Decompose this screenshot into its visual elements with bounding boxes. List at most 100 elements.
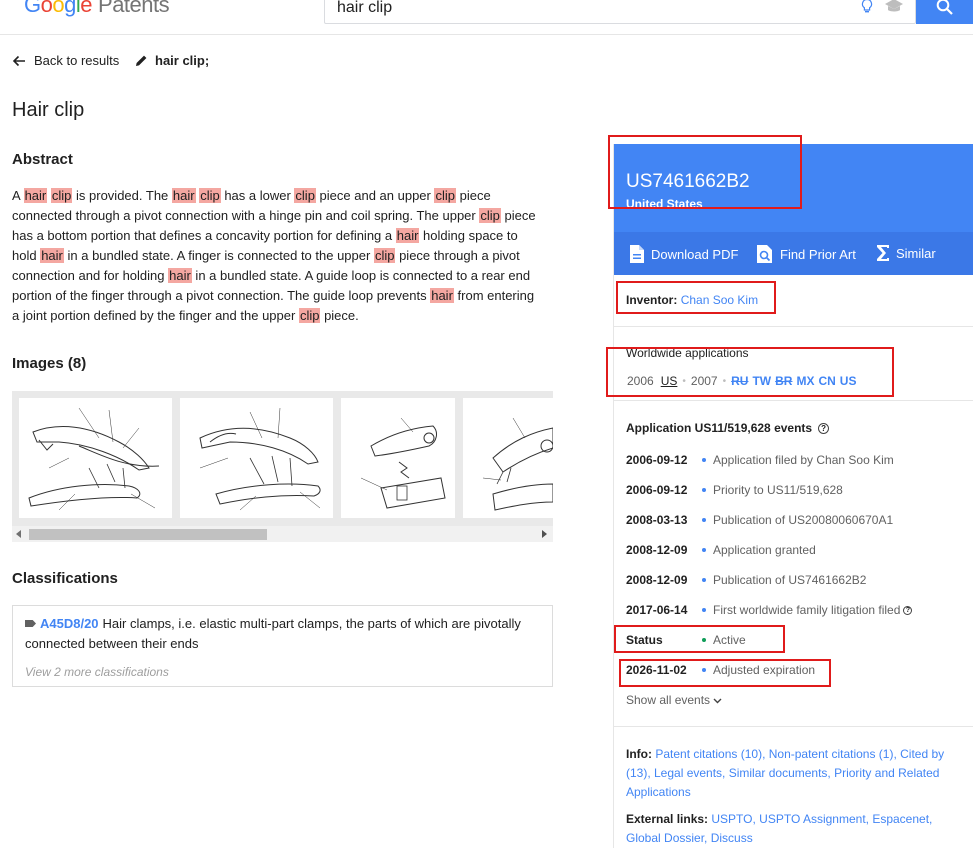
application-events-label: Application US11/519,628 events [626, 421, 813, 435]
highlighted-term: clip [373, 248, 396, 263]
event-description: Publication of US20080060670A1 [713, 513, 894, 527]
classification-entry: A45D8/20 Hair clamps, i.e. elastic multi-… [25, 614, 540, 654]
event-date: 2008-03-13 [626, 513, 688, 527]
info-label: Info: [626, 747, 652, 761]
back-to-results-link[interactable]: Back to results [12, 53, 119, 68]
event-date: 2008-12-09 [626, 543, 688, 557]
similar-label: Similar [896, 245, 936, 261]
event-bullet [702, 578, 706, 582]
annotation-box [619, 659, 831, 687]
external-links-label: External links: [626, 812, 709, 826]
highlighted-term: clip [294, 188, 316, 203]
event-bullet [702, 488, 706, 492]
image-gallery [12, 391, 553, 542]
patent-actions-bar: Download PDF Find Prior Art Similar [614, 232, 973, 275]
tag-icon [25, 620, 36, 627]
patent-figure-thumbnail[interactable] [180, 398, 333, 518]
event-date: 2006-09-12 [626, 453, 688, 467]
highlighted-term: hair [171, 188, 196, 203]
abstract-segment: piece. [320, 308, 359, 323]
annotation-box [606, 347, 894, 397]
search-button[interactable] [916, 0, 973, 24]
event-bullet [702, 518, 706, 522]
event-description: Priority to US11/519,628 [713, 483, 843, 497]
annotation-box [614, 625, 785, 653]
highlighted-term: clip [479, 208, 501, 223]
classifications-heading: Classifications [12, 570, 118, 587]
classification-description: Hair clamps, i.e. elastic multi-part cla… [25, 616, 521, 651]
view-more-classifications-link[interactable]: View 2 more classifications [25, 665, 169, 679]
application-events-title: Application US11/519,628 events ? [626, 421, 830, 435]
page-title: Hair clip [12, 99, 85, 121]
classification-code-link[interactable]: A45D8/20 [40, 616, 99, 631]
patent-figure-thumbnail[interactable] [463, 398, 553, 518]
gallery-scrollbar[interactable] [12, 526, 553, 542]
abstract-segment: piece and an upper [315, 188, 435, 203]
event-row: 2008-12-09 Application granted [626, 543, 816, 557]
find-prior-art-button[interactable]: Find Prior Art [756, 244, 856, 264]
divider [614, 400, 973, 401]
abstract-text: A hair clip is provided. The hair clip h… [12, 186, 542, 326]
event-bullet [702, 608, 706, 612]
find-prior-art-label: Find Prior Art [780, 246, 856, 262]
sigma-icon [877, 245, 889, 261]
highlighted-term: hair [395, 228, 420, 243]
event-description: Application filed by Chan Soo Kim [713, 453, 894, 467]
scroll-left-arrow-icon[interactable] [16, 530, 21, 538]
download-pdf-label: Download PDF [651, 246, 739, 262]
abstract-segment: is provided. The [72, 188, 172, 203]
event-description: Application granted [713, 543, 816, 557]
scrollbar-thumb[interactable] [29, 529, 267, 540]
abstract-segment: in a bundled state. A finger is connecte… [63, 248, 374, 263]
highlighted-term: clip [434, 188, 456, 203]
event-description: Publication of US7461662B2 [713, 573, 867, 587]
event-row: 2006-09-12 Priority to US11/519,628 [626, 483, 843, 497]
event-date: 2006-09-12 [626, 483, 688, 497]
annotation-box [616, 281, 776, 314]
highlighted-term: clip [50, 188, 73, 203]
highlighted-term: clip [298, 308, 321, 323]
show-all-events-button[interactable]: Show all events [626, 693, 722, 707]
arrow-left-icon [12, 55, 25, 66]
scholar-icon[interactable] [885, 0, 903, 13]
info-link-list[interactable]: Patent citations (10), Non-patent citati… [626, 747, 944, 799]
event-row: 2006-09-12 Application filed by Chan Soo … [626, 453, 894, 467]
show-all-label: Show all events [626, 693, 711, 707]
external-links: External links: USPTO, USPTO Assignment,… [626, 810, 966, 848]
highlighted-term: hair [23, 188, 48, 203]
search-icon [936, 0, 953, 15]
help-icon[interactable]: ? [903, 605, 913, 615]
divider [614, 726, 973, 727]
images-heading: Images (8) [12, 355, 87, 372]
back-label: Back to results [34, 53, 120, 68]
highlighted-term: hair [40, 248, 64, 263]
download-pdf-button[interactable]: Download PDF [629, 244, 738, 264]
highlighted-term: clip [199, 188, 221, 203]
abstract-segment: A [12, 188, 24, 203]
event-row: 2008-12-09 Publication of US7461662B2 [626, 573, 866, 587]
event-row: 2017-06-14 First worldwide family litigat… [626, 603, 913, 617]
help-icon[interactable]: ? [818, 422, 830, 434]
event-description: First worldwide family litigation filed [713, 603, 901, 617]
annotation-box [608, 135, 802, 209]
search-input[interactable] [337, 0, 817, 17]
classifications-box: A45D8/20 Hair clamps, i.e. elastic multi-… [12, 605, 553, 687]
search-box [324, 0, 916, 24]
hair-clip-drawing-image [28, 407, 160, 511]
scroll-right-arrow-icon[interactable] [542, 530, 547, 538]
divider [614, 326, 973, 327]
event-date: 2017-06-14 [626, 603, 688, 617]
event-bullet [702, 548, 706, 552]
google-patents-logo[interactable]: Google Patents [24, 0, 170, 18]
chevron-down-icon [713, 698, 722, 704]
prior-art-search-icon [757, 245, 772, 263]
abstract-heading: Abstract [12, 151, 73, 168]
pdf-document-icon [630, 245, 644, 263]
patent-figure-thumbnail[interactable] [19, 398, 172, 518]
query-edit-link[interactable]: hair clip; [135, 53, 209, 68]
hair-clip-drawing-image [199, 407, 321, 511]
hair-clip-drawing-image [482, 417, 553, 511]
similar-button[interactable]: Similar [876, 244, 936, 262]
patent-figure-thumbnail[interactable] [341, 398, 455, 518]
lightbulb-icon[interactable] [861, 0, 873, 13]
